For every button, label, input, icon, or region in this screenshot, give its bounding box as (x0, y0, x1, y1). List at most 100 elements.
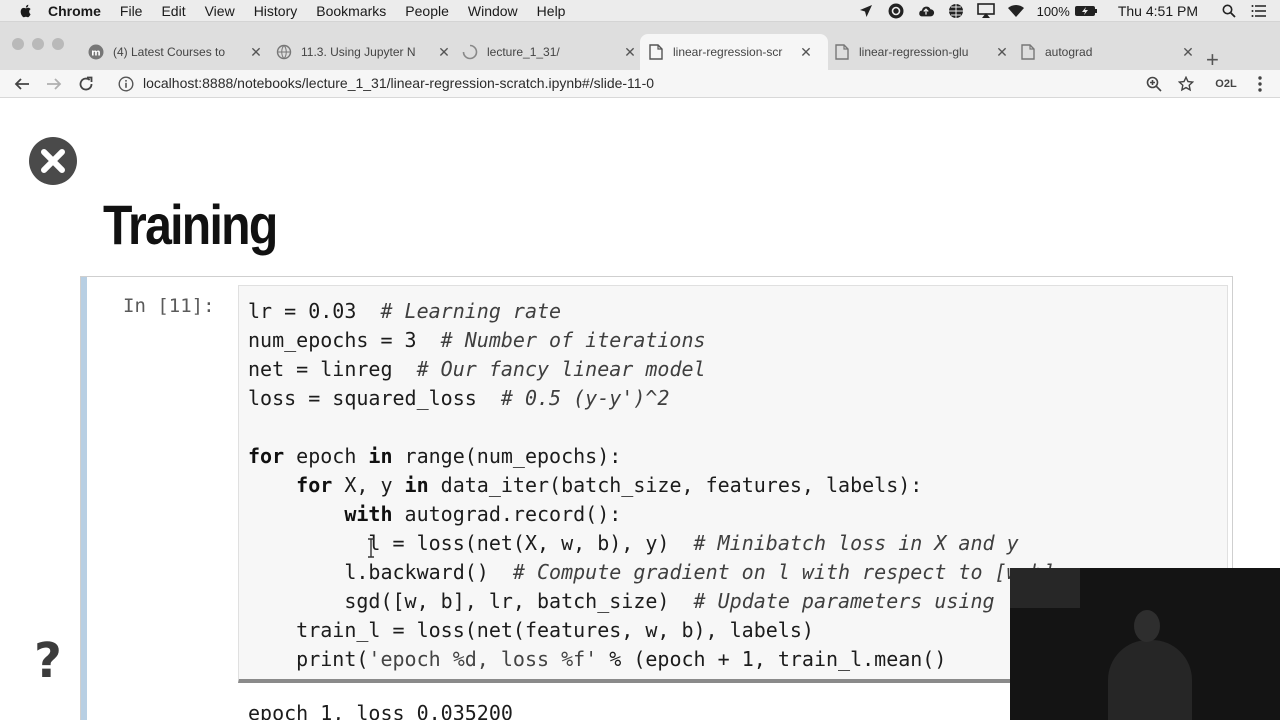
presenter-webcam-overlay (1010, 568, 1280, 720)
menu-history[interactable]: History (254, 3, 298, 19)
code-token: l = loss(net(X, w, b), y) (248, 531, 694, 555)
help-question-icon[interactable]: ? (34, 636, 70, 686)
code-token: X, y (332, 473, 405, 497)
tab-close-icon[interactable]: ✕ (623, 44, 637, 60)
page-icon (834, 44, 850, 60)
code-token: epoch (284, 444, 369, 468)
menu-view[interactable]: View (205, 3, 235, 19)
tab-linear-regression-gluon[interactable]: linear-regression-glu ✕ (834, 34, 1009, 70)
browser-tab-strip: m (4) Latest Courses to ✕ 11.3. Using Ju… (0, 22, 1280, 71)
address-bar-url[interactable]: localhost:8888/notebooks/lecture_1_31/li… (143, 75, 654, 91)
tab-close-icon[interactable]: ✕ (437, 44, 451, 60)
code-token: net = linreg (248, 357, 417, 381)
code-comment: # Minibatch loss in X and y (693, 531, 1019, 555)
location-icon[interactable] (857, 3, 875, 19)
wifi-icon[interactable] (1007, 3, 1025, 19)
code-token: num_epochs = 3 (248, 328, 441, 352)
code-string: 'epoch %d, loss %f' (368, 647, 598, 671)
m-logo-icon: m (88, 44, 104, 60)
code-line: print('epoch %d, loss %f' % (epoch + 1, … (248, 645, 1055, 674)
code-line: lr = 0.03 # Learning rate (248, 297, 1055, 326)
code-comment: # 0.5 (y-y')^2 (500, 386, 670, 410)
code-token: train_l = loss(net(features, w, b), labe… (248, 618, 814, 642)
window-zoom-button[interactable] (52, 38, 64, 50)
window-controls (12, 38, 72, 50)
loading-icon (462, 44, 478, 60)
tab-close-icon[interactable]: ✕ (1181, 44, 1195, 60)
code-line: for epoch in range(num_epochs): (248, 442, 1055, 471)
page-icon (648, 44, 664, 60)
apple-icon[interactable] (18, 3, 34, 19)
code-keyword: with (344, 502, 393, 526)
forward-arrow-icon[interactable] (44, 74, 64, 94)
reload-icon[interactable] (76, 74, 96, 94)
code-comment: # Our fancy linear model (416, 357, 706, 381)
chrome-menu-icon[interactable] (1250, 74, 1270, 94)
tab-title: (4) Latest Courses to (113, 45, 226, 59)
zoom-icon[interactable] (1144, 74, 1164, 94)
menu-app-name[interactable]: Chrome (48, 3, 101, 19)
tab-close-icon[interactable]: ✕ (249, 44, 263, 60)
menu-window[interactable]: Window (468, 3, 518, 19)
browser-toolbar: localhost:8888/notebooks/lecture_1_31/li… (0, 70, 1280, 98)
back-arrow-icon[interactable] (12, 74, 32, 94)
tab-title: linear-regression-glu (859, 45, 969, 59)
menu-bookmarks[interactable]: Bookmarks (316, 3, 386, 19)
notification-center-icon[interactable] (1250, 3, 1268, 19)
menubar-status-area: 100% Thu 4:51 PM (857, 0, 1280, 22)
macos-menu-bar: Chrome File Edit View History Bookmarks … (0, 0, 1280, 22)
code-block[interactable]: lr = 0.03 # Learning rate num_epochs = 3 … (248, 297, 1055, 674)
menubar-clock[interactable]: Thu 4:51 PM (1118, 3, 1198, 19)
cloud-icon[interactable] (917, 3, 935, 19)
menu-help[interactable]: Help (537, 3, 566, 19)
code-line: loss = squared_loss # 0.5 (y-y')^2 (248, 384, 1055, 413)
tab-lecture-folder[interactable]: lecture_1_31/ ✕ (462, 34, 637, 70)
code-comment: # Number of iterations (440, 328, 706, 352)
tab-close-icon[interactable]: ✕ (799, 44, 813, 60)
code-token: % (epoch + 1, train_l.mean() (597, 647, 947, 671)
page-icon (1020, 44, 1036, 60)
close-slideshow-icon[interactable] (28, 136, 78, 186)
code-keyword: in (368, 444, 393, 468)
battery-icon[interactable] (1074, 3, 1098, 19)
spotlight-search-icon[interactable] (1220, 3, 1238, 19)
code-line: sgd([w, b], lr, batch_size) # Update par… (248, 587, 1055, 616)
code-comment: # Compute gradient on l with respect to … (512, 560, 1055, 584)
presenter-body (1108, 640, 1192, 720)
code-token: sgd([w, b], lr, batch_size) (248, 589, 694, 613)
tab-close-icon[interactable]: ✕ (995, 44, 1009, 60)
menu-file[interactable]: File (120, 3, 143, 19)
extension-o2l-button[interactable]: O2L (1212, 74, 1240, 94)
tab-using-jupyter[interactable]: 11.3. Using Jupyter N ✕ (276, 34, 451, 70)
tab-autograd[interactable]: autograd ✕ (1020, 34, 1195, 70)
bookmark-star-icon[interactable] (1176, 74, 1196, 94)
tab-title: autograd (1045, 45, 1093, 59)
cell-selection-bar (81, 277, 87, 720)
code-keyword: in (404, 473, 429, 497)
tab-linear-regression-scratch[interactable]: linear-regression-scr ✕ (640, 34, 828, 70)
globe-icon[interactable] (947, 3, 965, 19)
tab-latest-courses[interactable]: m (4) Latest Courses to ✕ (88, 34, 263, 70)
code-keyword: for (296, 473, 333, 497)
code-line: l.backward() # Compute gradient on l wit… (248, 558, 1055, 587)
code-keyword: for (248, 444, 285, 468)
presenter-head (1134, 610, 1160, 642)
new-tab-button[interactable]: + (1206, 49, 1219, 71)
code-line: net = linreg # Our fancy linear model (248, 355, 1055, 384)
svg-text:m: m (91, 49, 100, 59)
window-minimize-button[interactable] (32, 38, 44, 50)
airplay-icon[interactable] (976, 3, 995, 19)
menu-edit[interactable]: Edit (161, 3, 185, 19)
site-info-icon[interactable] (118, 76, 134, 92)
code-comment: # Update parameters using (693, 589, 995, 613)
webcam-light-area (1010, 568, 1080, 608)
battery-percentage: 100% (1036, 3, 1070, 19)
code-token: data_iter(batch_size, features, labels): (428, 473, 923, 497)
menu-people[interactable]: People (405, 3, 449, 19)
code-token: loss = squared_loss (248, 386, 501, 410)
cell-output: epoch 1, loss 0.035200 (248, 701, 513, 720)
window-close-button[interactable] (12, 38, 24, 50)
creative-cloud-icon[interactable] (887, 3, 905, 19)
